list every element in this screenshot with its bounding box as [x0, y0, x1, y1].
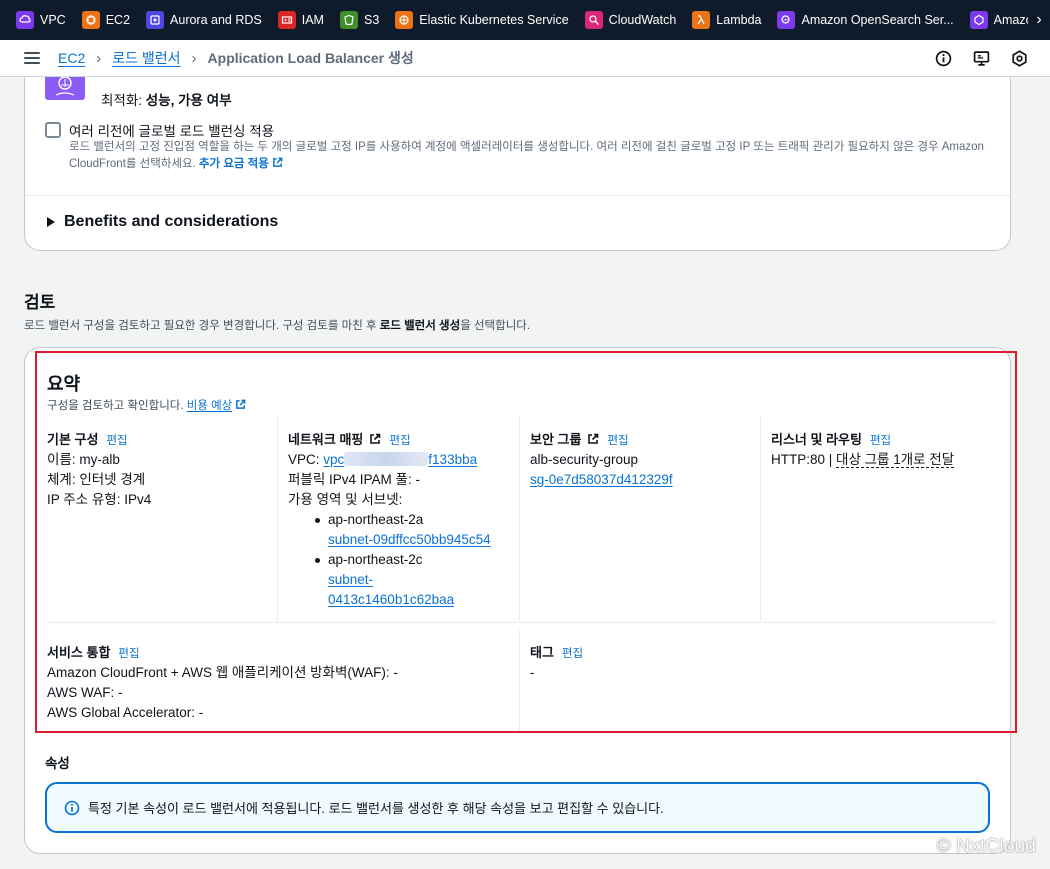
target-group-popover[interactable]: 대상 그룹 1개로 전달 — [836, 452, 955, 468]
external-link-icon — [588, 433, 599, 444]
security-group-heading: 보안 그룹 편집 — [530, 432, 629, 447]
edit-service-integration-button[interactable]: 편집 — [118, 648, 139, 660]
favorites-bar: VPC EC2 Aurora and RDS IAM S3 Elastic Ku… — [0, 0, 1050, 40]
summary-section: 요약 구성을 검토하고 확인합니다. 비용 예상 기본 구성 편집 이름: my-… — [35, 351, 1017, 733]
subnet-link[interactable]: subnet- 0413c1460b1c62baa — [328, 572, 454, 607]
vpc-icon — [16, 11, 34, 29]
tags-value: - — [530, 665, 535, 680]
column-divider — [760, 416, 761, 621]
edit-basic-config-button[interactable]: 편집 — [106, 435, 127, 447]
edit-security-group-button[interactable]: 편집 — [607, 435, 628, 447]
basic-config-heading: 기본 구성 편집 — [47, 432, 128, 447]
s3-icon — [339, 11, 358, 29]
optimization-line: 최적화: 성능, 가용 여부 — [101, 93, 232, 108]
summary-title: 요약 — [47, 374, 81, 394]
tags-heading: 태그 편집 — [530, 645, 584, 660]
service-integration-values: Amazon CloudFront + AWS 웹 애플리케이션 방화벽(WAF… — [47, 665, 398, 720]
availability-zone-list: ap-northeast-2a subnet-09dffcc50bb945c54… — [312, 510, 513, 610]
listener-routing-values: HTTP:80 | 대상 그룹 1개로 전달 — [771, 452, 955, 468]
favorite-s3[interactable]: S3 — [339, 11, 379, 29]
favorite-cloudwatch[interactable]: CloudWatch — [584, 11, 676, 29]
favorite-iam[interactable]: IAM — [277, 11, 324, 29]
basic-config-values: 이름: my-alb 체계: 인터넷 경계 IP 주소 유형: IPv4 — [47, 452, 152, 507]
review-heading: 검토 — [24, 293, 56, 312]
global-accelerator-description: 로드 밸런서의 고정 진입점 역할을 하는 두 개의 글로벌 고정 IP를 사용… — [69, 141, 984, 170]
listener-routing-heading: 리스너 및 라우팅 편집 — [771, 432, 892, 447]
edit-tags-button[interactable]: 편집 — [562, 648, 583, 660]
external-link-icon — [272, 157, 283, 167]
iam-icon — [277, 11, 296, 29]
global-accelerator-checkbox[interactable] — [45, 122, 61, 138]
security-group-values: alb-security-group sg-0e7d58037d412329f — [530, 452, 673, 487]
info-icon — [64, 800, 80, 815]
column-divider — [519, 416, 520, 621]
row-divider — [47, 622, 995, 623]
favorite-eks[interactable]: Elastic Kubernetes Service — [395, 11, 569, 29]
global-accelerator-option: 여러 리전에 글로벌 로드 밸런싱 적용 — [45, 120, 274, 140]
edit-network-mapping-button[interactable]: 편집 — [389, 435, 410, 447]
summary-description: 구성을 검토하고 확인합니다. 비용 예상 — [47, 397, 246, 413]
network-mapping-heading: 네트워크 매핑 편집 — [288, 432, 411, 447]
list-item: ap-northeast-2a subnet-09dffcc50bb945c54 — [312, 510, 513, 550]
security-group-link[interactable]: sg-0e7d58037d412329f — [530, 472, 673, 487]
chevron-right-icon[interactable]: › — [1028, 0, 1050, 40]
favorite-opensearch[interactable]: Amazon OpenSearch Ser... — [777, 11, 954, 29]
favorite-rds[interactable]: Aurora and RDS — [146, 11, 262, 29]
column-divider — [277, 416, 278, 621]
breadcrumb-current: Application Load Balancer 생성 — [207, 50, 414, 66]
external-link-icon — [370, 433, 381, 444]
network-mapping-values: VPC: vpc f133bba 퍼블릭 IPv4 IPAM 풀: - 가용 영역… — [288, 450, 513, 610]
edit-listener-button[interactable]: 편집 — [870, 435, 891, 447]
info-icon[interactable] — [935, 50, 952, 67]
attributes-heading: 속성 — [45, 756, 70, 771]
divider — [25, 195, 1010, 196]
breadcrumb-bar: EC2 › 로드 밸런서 › Application Load Balancer… — [0, 40, 1050, 77]
chevron-right-icon: › — [191, 49, 197, 67]
attributes-info-alert: 특정 기본 속성이 로드 밸런서에 적용됩니다. 로드 밸런서를 생성한 후 해… — [45, 782, 990, 833]
top-right-tools — [935, 50, 1028, 67]
notifications-icon[interactable] — [973, 50, 990, 67]
alb-icon — [45, 76, 85, 100]
load-balancer-type-panel: 최적화: 성능, 가용 여부 여러 리전에 글로벌 로드 밸런싱 적용 로드 밸… — [24, 76, 1011, 251]
list-item: ap-northeast-2c subnet- 0413c1460b1c62baa — [312, 550, 513, 610]
favorite-ec2[interactable]: EC2 — [81, 11, 130, 29]
review-panel: 요약 구성을 검토하고 확인합니다. 비용 예상 기본 구성 편집 이름: my-… — [24, 347, 1017, 854]
favorite-lambda[interactable]: Lambda — [692, 11, 761, 29]
column-divider — [519, 630, 520, 731]
ec2-icon — [81, 11, 100, 29]
redacted-vpc-id — [344, 452, 429, 466]
benefits-expander[interactable]: Benefits and considerations — [47, 213, 278, 231]
opensearch-icon — [777, 11, 796, 29]
extra-charge-link[interactable]: 추가 요금 적용 — [199, 157, 283, 170]
lambda-icon — [692, 11, 711, 29]
eks-icon — [395, 11, 414, 29]
global-accelerator-label: 여러 리전에 글로벌 로드 밸런싱 적용 — [69, 124, 275, 139]
chevron-right-icon: › — [96, 49, 102, 67]
subnet-link[interactable]: subnet-09dffcc50bb945c54 — [328, 532, 491, 547]
vpc-link[interactable]: vpc f133bba — [323, 452, 477, 467]
rds-icon — [146, 11, 165, 29]
sagemaker-icon — [969, 11, 988, 29]
service-integration-heading: 서비스 통합 편집 — [47, 645, 140, 660]
cost-estimate-link[interactable]: 비용 예상 — [187, 400, 233, 412]
cloudwatch-icon — [584, 11, 603, 29]
caret-right-icon — [47, 217, 55, 227]
breadcrumb-load-balancers[interactable]: 로드 밸런서 — [112, 48, 180, 68]
favorite-vpc[interactable]: VPC — [16, 11, 66, 29]
menu-icon[interactable] — [24, 52, 40, 64]
review-description: 로드 밸런서 구성을 검토하고 필요한 경우 변경합니다. 구성 검토를 마친 … — [24, 320, 531, 332]
watermark: © NxtCloud — [936, 836, 1036, 857]
external-link-icon — [236, 399, 246, 409]
settings-icon[interactable] — [1011, 50, 1028, 67]
breadcrumb-ec2[interactable]: EC2 — [58, 50, 85, 66]
